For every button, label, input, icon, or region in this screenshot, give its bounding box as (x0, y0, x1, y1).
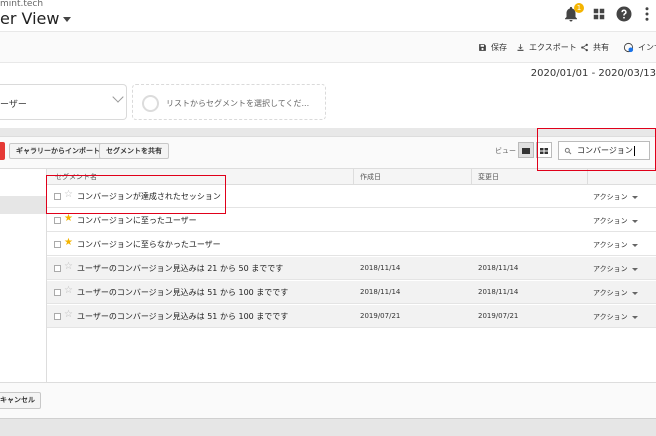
segment-category-sidebar (0, 168, 47, 382)
bottom-bar (0, 418, 656, 436)
action-menu[interactable]: アクション (593, 264, 638, 274)
row-checkbox[interactable] (54, 265, 61, 272)
star-icon[interactable]: ★ (64, 213, 73, 225)
created-date: 2018/11/14 (360, 264, 401, 272)
row-checkbox[interactable] (54, 217, 61, 224)
action-label: アクション (593, 241, 628, 249)
caret-down-icon (63, 17, 72, 22)
empty-circle-icon (142, 95, 159, 112)
date-range[interactable]: 2020/01/01 - 2020/03/13 (531, 68, 656, 79)
column-header-modified[interactable]: 変更日 (478, 172, 499, 182)
save-button[interactable]: 保存 (478, 42, 507, 53)
row-checkbox[interactable] (54, 241, 61, 248)
share-segment-button[interactable]: セグメントを共有 (99, 143, 169, 159)
column-divider (587, 169, 588, 185)
notification-badge: 1 (574, 3, 584, 13)
segment-name[interactable]: コンバージョンに至ったユーザー (77, 215, 197, 226)
chevron-down-icon (631, 267, 638, 271)
row-checkbox[interactable] (54, 313, 61, 320)
modified-date: 2018/11/14 (478, 264, 519, 272)
new-segment-button[interactable] (0, 142, 5, 160)
action-label: アクション (593, 313, 628, 321)
annotation-highlight-row (46, 175, 226, 214)
chevron-down-icon (631, 195, 638, 199)
cancel-button[interactable]: キャンセル (0, 392, 41, 409)
modified-date: 2019/07/21 (478, 312, 519, 320)
segment-strip: ーザー リストからセグメントを選択してくだ... (0, 84, 656, 128)
star-icon[interactable]: ☆ (64, 309, 73, 321)
more-vert-icon[interactable] (638, 5, 656, 23)
chevron-down-icon (631, 219, 638, 223)
segment-card-label: ーザー (0, 100, 27, 110)
action-menu[interactable]: アクション (593, 312, 638, 322)
save-icon (479, 44, 486, 51)
segment-name[interactable]: ユーザーのコンバージョン見込みは 51 から 100 までです (77, 311, 288, 322)
insights-button[interactable]: インサ (623, 42, 656, 53)
save-label: 保存 (491, 43, 507, 52)
star-icon[interactable]: ☆ (64, 285, 73, 297)
apps-grid-icon[interactable] (590, 5, 608, 23)
export-icon (517, 44, 524, 51)
star-icon[interactable]: ☆ (64, 261, 73, 273)
action-menu[interactable]: アクション (593, 240, 638, 250)
import-gallery-button[interactable]: ギャラリーからインポート (9, 143, 107, 159)
action-label: アクション (593, 217, 628, 225)
view-label: ビュー (495, 147, 516, 155)
panel-footer (0, 382, 656, 418)
segment-card-selected[interactable]: ーザー (0, 84, 127, 120)
created-date: 2018/11/14 (360, 288, 401, 296)
action-menu[interactable]: アクション (593, 216, 638, 226)
chevron-down-icon (631, 315, 638, 319)
insights-label: インサ (638, 43, 656, 52)
star-icon[interactable]: ★ (64, 237, 73, 249)
help-icon[interactable] (615, 5, 633, 23)
action-label: アクション (593, 289, 628, 297)
share-button[interactable]: 共有 (580, 42, 609, 53)
segment-placeholder: リストからセグメントを選択してくだ... (166, 99, 310, 108)
segment-card-empty[interactable]: リストからセグメントを選択してくだ... (132, 84, 326, 120)
share-icon (581, 43, 588, 52)
app-header: mint.tech er View 1 (0, 0, 656, 31)
table-row[interactable]: ★ コンバージョンに至らなかったユーザー アクション (47, 233, 656, 256)
site-name: mint.tech (0, 0, 44, 9)
action-label: アクション (593, 193, 628, 201)
table-row[interactable]: ☆ ユーザーのコンバージョン見込みは 51 から 100 までです 2018/1… (47, 281, 656, 304)
share-label: 共有 (593, 43, 609, 52)
view-name: er View (0, 9, 60, 28)
created-date: 2019/07/21 (360, 312, 401, 320)
column-divider (471, 169, 472, 185)
column-divider (353, 169, 354, 185)
column-header-created[interactable]: 作成日 (360, 172, 381, 182)
list-view-button[interactable] (518, 142, 534, 158)
sidebar-item-selected[interactable] (0, 196, 46, 214)
insights-icon (623, 42, 634, 53)
table-row[interactable]: ☆ ユーザーのコンバージョン見込みは 21 から 50 までです 2018/11… (47, 257, 656, 280)
segment-name[interactable]: ユーザーのコンバージョン見込みは 21 から 50 までです (77, 263, 283, 274)
chevron-down-icon (631, 243, 638, 247)
list-view-icon (522, 148, 530, 154)
segment-name[interactable]: コンバージョンに至らなかったユーザー (77, 239, 221, 250)
chevron-down-icon[interactable] (112, 91, 124, 103)
chevron-down-icon (631, 291, 638, 295)
view-selector[interactable]: er View (0, 9, 72, 28)
report-toolbar: 保存 エクスポート 共有 インサ (0, 31, 656, 63)
segment-name[interactable]: ユーザーのコンバージョン見込みは 51 から 100 までです (77, 287, 288, 298)
export-button[interactable]: エクスポート (516, 42, 577, 53)
row-checkbox[interactable] (54, 289, 61, 296)
action-menu[interactable]: アクション (593, 288, 638, 298)
segment-view-screen: mint.tech er View 1 保存 エクスポート 共有 イン 2020… (0, 0, 656, 436)
annotation-highlight-search (537, 128, 656, 171)
export-label: エクスポート (529, 43, 577, 52)
action-label: アクション (593, 265, 628, 273)
action-menu[interactable]: アクション (593, 192, 638, 202)
modified-date: 2018/11/14 (478, 288, 519, 296)
table-row[interactable]: ☆ ユーザーのコンバージョン見込みは 51 から 100 までです 2019/0… (47, 305, 656, 328)
